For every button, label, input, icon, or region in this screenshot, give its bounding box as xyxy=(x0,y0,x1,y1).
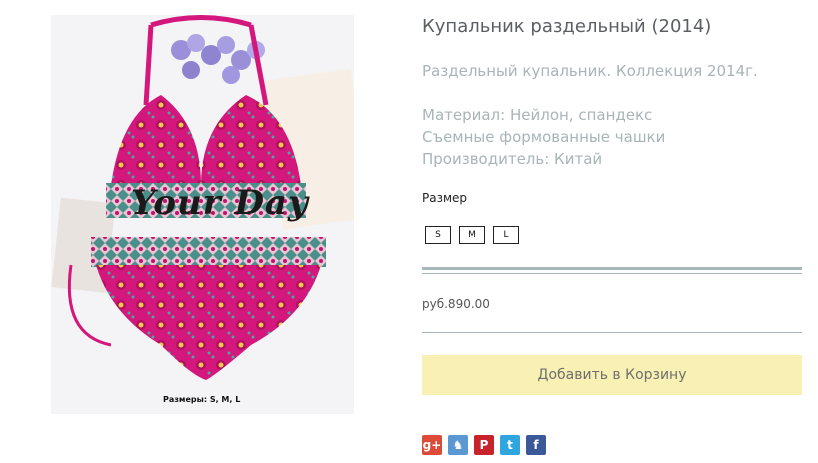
product-title: Купальник раздельный (2014) xyxy=(422,16,712,37)
size-option-m[interactable]: M xyxy=(459,226,485,244)
size-label: Размер xyxy=(422,191,468,205)
product-description-line: Производитель: Китай xyxy=(422,150,603,168)
facebook-icon[interactable]: f xyxy=(526,435,546,455)
product-description-line: Материал: Нейлон, спандекс xyxy=(422,106,653,124)
add-to-cart-button[interactable]: Добавить в Корзину xyxy=(422,355,802,395)
product-description-line: Съемные формованные чашки xyxy=(422,128,666,146)
social-share-bar: g+ ♞ P t f xyxy=(422,435,546,455)
size-selector: S M L xyxy=(425,226,519,244)
product-price: руб.890.00 xyxy=(422,297,490,311)
vk-icon[interactable]: ♞ xyxy=(448,435,468,455)
size-option-l[interactable]: L xyxy=(493,226,519,244)
google-plus-icon[interactable]: g+ xyxy=(422,435,442,455)
pinterest-icon[interactable]: P xyxy=(474,435,494,455)
divider xyxy=(422,267,802,270)
divider xyxy=(422,332,802,333)
product-description-line: Раздельный купальник. Коллекция 2014г. xyxy=(422,62,758,80)
product-image[interactable]: Your Day Размеры: S, M, L xyxy=(51,15,354,414)
twitter-icon[interactable]: t xyxy=(500,435,520,455)
size-option-s[interactable]: S xyxy=(425,226,451,244)
image-caption: Размеры: S, M, L xyxy=(163,395,241,404)
divider xyxy=(422,273,802,274)
watermark: Your Day xyxy=(131,183,309,223)
